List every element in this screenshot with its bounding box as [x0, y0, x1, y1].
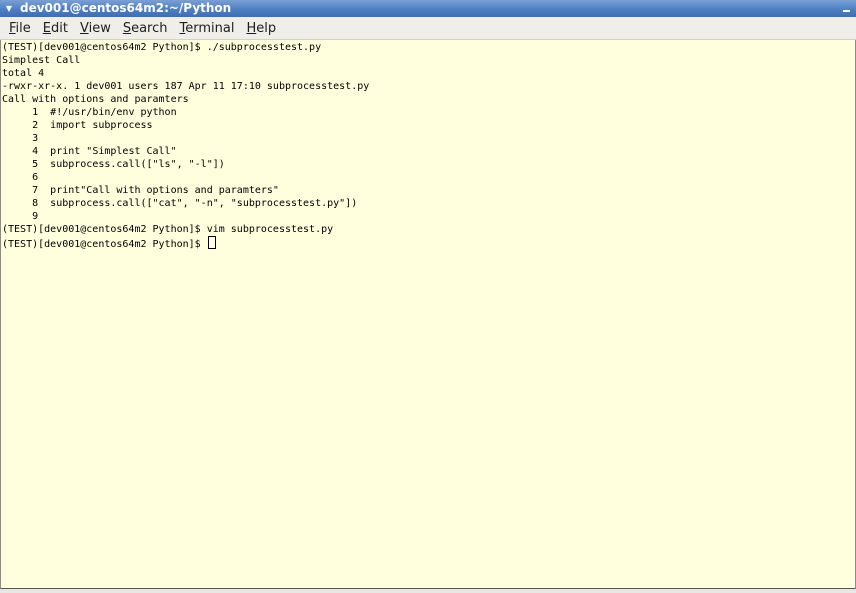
menu-view-label: iew: [88, 20, 111, 36]
menu-search-label: earch: [131, 20, 168, 36]
menu-view[interactable]: View: [75, 19, 116, 38]
terminal-line: Call with options and paramters: [2, 94, 189, 105]
terminal-prompt-line: (TEST)[dev001@centos64m2 Python]$: [2, 236, 855, 250]
minimize-button[interactable]: [840, 0, 854, 17]
menu-terminal[interactable]: Terminal: [175, 19, 240, 38]
text-cursor: [207, 236, 216, 249]
menu-file-label: ile: [15, 20, 31, 36]
terminal-line: (TEST)[dev001@centos64m2 Python]$ vim su…: [2, 224, 334, 235]
terminal-line: 4 print "Simplest Call": [2, 146, 177, 157]
terminal-line: 8 subprocess.call(["cat", "-n", "subproc…: [2, 198, 358, 209]
terminal-output[interactable]: (TEST)[dev001@centos64m2 Python]$ ./subp…: [0, 40, 856, 589]
window-title: dev001@centos64m2:~/Python: [20, 1, 232, 15]
menu-search-accel: S: [122, 20, 132, 36]
window-bottom-edge: [0, 589, 856, 593]
menu-help-accel: H: [246, 20, 257, 36]
menu-view-accel: V: [79, 20, 89, 36]
terminal-window: ▼ dev001@centos64m2:~/Python File Edit V…: [0, 0, 856, 593]
menu-help-label: elp: [256, 20, 277, 36]
terminal-line: (TEST)[dev001@centos64m2 Python]$ ./subp…: [2, 42, 322, 53]
menu-edit-accel: E: [42, 20, 51, 36]
menu-bar: File Edit View Search Terminal Help: [0, 17, 856, 40]
shell-prompt: (TEST)[dev001@centos64m2 Python]$: [2, 239, 207, 250]
menu-edit[interactable]: Edit: [38, 19, 73, 38]
menu-help[interactable]: Help: [241, 19, 281, 38]
title-bar[interactable]: ▼ dev001@centos64m2:~/Python: [0, 0, 856, 17]
terminal-line: 5 subprocess.call(["ls", "-l"]): [2, 159, 225, 170]
terminal-line: 6: [2, 172, 51, 183]
terminal-line: -rwxr-xr-x. 1 dev001 users 187 Apr 11 17…: [2, 81, 370, 92]
terminal-line: 3: [2, 133, 51, 144]
menu-edit-label: dit: [51, 20, 68, 36]
terminal-line: 7 print"Call with options and paramters": [2, 185, 279, 196]
terminal-line: 2 import subprocess: [2, 120, 153, 131]
terminal-line: 1 #!/usr/bin/env python: [2, 107, 177, 118]
menu-terminal-label: erminal: [185, 20, 235, 36]
menu-search[interactable]: Search: [118, 19, 173, 38]
terminal-line: Simplest Call: [2, 55, 81, 66]
window-menu-arrow-icon[interactable]: ▼: [4, 0, 14, 17]
terminal-line: total 4: [2, 68, 45, 79]
menu-file[interactable]: File: [4, 19, 36, 38]
terminal-line: 9: [2, 211, 51, 222]
